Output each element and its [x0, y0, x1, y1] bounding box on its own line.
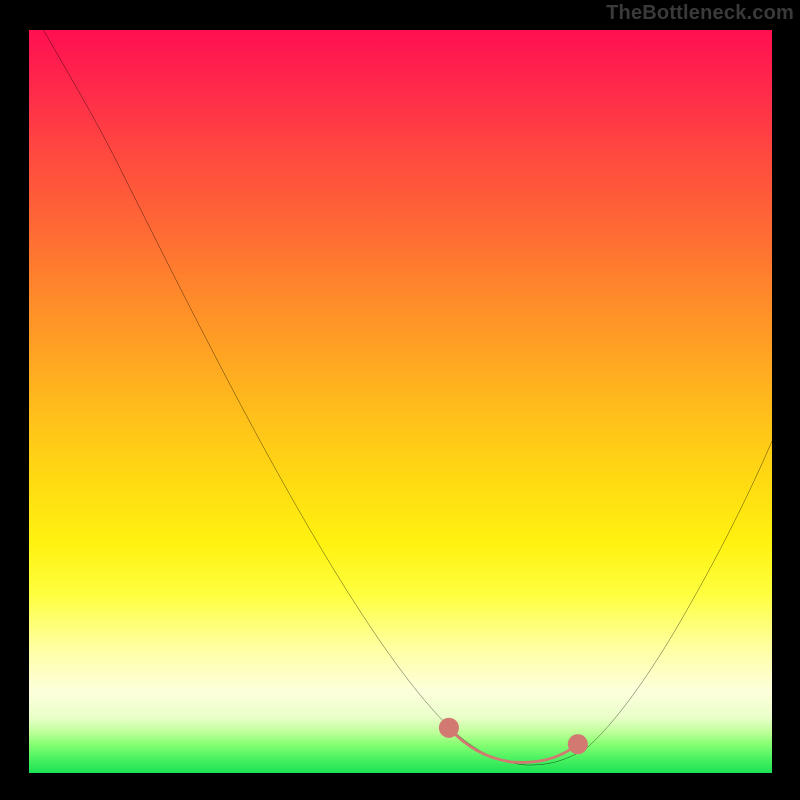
optimal-dot-left — [439, 718, 459, 738]
optimal-dot-right — [568, 734, 588, 754]
curve-layer — [28, 29, 773, 774]
plot-area — [28, 29, 773, 774]
chart-stage: TheBottleneck.com — [0, 0, 800, 800]
watermark-text: TheBottleneck.com — [606, 2, 794, 25]
bottleneck-curve — [43, 29, 773, 765]
optimal-band — [449, 728, 578, 763]
